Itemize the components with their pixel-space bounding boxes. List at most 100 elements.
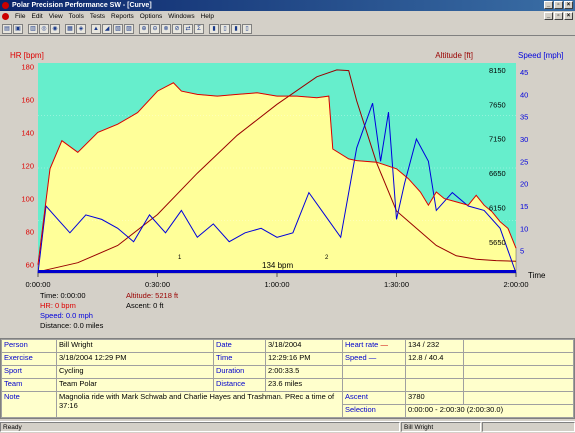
selection-label: Selection bbox=[342, 404, 406, 418]
cursor-altitude: Altitude: 5218 ft bbox=[126, 291, 179, 300]
empty-cell bbox=[463, 391, 574, 405]
note-label: Note bbox=[1, 391, 57, 418]
chart3-icon[interactable]: ▧ bbox=[113, 23, 123, 34]
doc-minimize-button[interactable]: _ bbox=[544, 12, 553, 20]
calendar-icon[interactable]: ▦ bbox=[65, 23, 75, 34]
exercise-label: Exercise bbox=[1, 352, 57, 366]
menu-tests[interactable]: Tests bbox=[87, 13, 108, 20]
restore-button[interactable]: ▫ bbox=[554, 1, 563, 9]
print-icon[interactable]: ▥ bbox=[28, 23, 38, 34]
cursor-hr: HR: 0 bpm bbox=[40, 301, 76, 310]
zoom-icon[interactable]: ⊕ bbox=[139, 23, 149, 34]
hr-tick-label: 80 bbox=[26, 228, 34, 237]
menu-file[interactable]: File bbox=[12, 13, 28, 20]
zoom4-icon[interactable]: ⊘ bbox=[172, 23, 182, 34]
status-bar: Ready Bill Wright bbox=[0, 421, 575, 432]
curve-chart[interactable]: 134 bpm 1 2 HR [bpm] Altitude [ft] Speed… bbox=[0, 37, 575, 333]
date-label: Date bbox=[213, 339, 266, 353]
preview-icon[interactable]: ◎ bbox=[39, 23, 49, 34]
team-value: Team Polar bbox=[56, 378, 214, 392]
chart-icon[interactable]: ▲ bbox=[91, 23, 101, 34]
distance-value: 23.6 miles bbox=[265, 378, 343, 392]
minimize-button[interactable]: _ bbox=[544, 1, 553, 9]
hr-ticks: 180 160 140 120 100 80 60 bbox=[21, 62, 34, 269]
hr-tick-label: 60 bbox=[26, 261, 34, 270]
bar2-icon[interactable]: ▯ bbox=[220, 23, 230, 34]
close-button[interactable]: × bbox=[564, 1, 573, 9]
compare-icon[interactable]: ⇄ bbox=[183, 23, 193, 34]
doc-restore-button[interactable]: ▫ bbox=[554, 12, 563, 20]
cursor-distance: Distance: 0.0 miles bbox=[40, 321, 104, 330]
speed-tick-label: 25 bbox=[520, 157, 528, 166]
speed-label-text: Speed bbox=[345, 353, 367, 363]
bar-icon[interactable]: ▮ bbox=[209, 23, 219, 34]
empty-cell bbox=[463, 352, 574, 366]
hr-tick-label: 100 bbox=[21, 195, 34, 204]
bar4-icon[interactable]: ▯ bbox=[242, 23, 252, 34]
time-label: Time bbox=[213, 352, 266, 366]
cursor-speed: Speed: 0.0 mph bbox=[40, 311, 93, 320]
menu-view[interactable]: View bbox=[46, 13, 66, 20]
speed-label: Speed — bbox=[342, 352, 406, 366]
speed-tick-label: 30 bbox=[520, 135, 528, 144]
empty-cell bbox=[405, 378, 464, 392]
person-value: Bill Wright bbox=[56, 339, 214, 353]
bar3-icon[interactable]: ▮ bbox=[231, 23, 241, 34]
status-empty bbox=[482, 422, 575, 432]
hr-label: Heart rate — bbox=[342, 339, 406, 353]
speed-tick-label: 40 bbox=[520, 90, 528, 99]
status-user: Bill Wright bbox=[401, 422, 481, 432]
ascent-value: 3780 bbox=[405, 391, 464, 405]
sport-label: Sport bbox=[1, 365, 57, 379]
hr-value: 134 / 232 bbox=[405, 339, 464, 353]
altitude-tick-label: 5650 bbox=[489, 238, 506, 247]
speed-ticks: 45 40 35 30 25 20 15 10 5 bbox=[520, 68, 528, 256]
menu-options[interactable]: Options bbox=[137, 13, 165, 20]
cursor-time: Time: 0:00:00 bbox=[40, 291, 86, 300]
empty-cell bbox=[463, 378, 574, 392]
chart4-icon[interactable]: ▨ bbox=[124, 23, 134, 34]
menu-edit[interactable]: Edit bbox=[28, 13, 45, 20]
zoom3-icon[interactable]: ⊗ bbox=[161, 23, 171, 34]
altitude-axis-title: Altitude [ft] bbox=[435, 51, 473, 60]
distance-label: Distance bbox=[213, 378, 266, 392]
speed-tick-label: 15 bbox=[520, 202, 528, 211]
sport-value: Cycling bbox=[56, 365, 214, 379]
hr-tick-label: 180 bbox=[21, 62, 34, 71]
time-ticks: 0:00:00 0:30:00 1:00:00 1:30:00 2:00:00 bbox=[25, 273, 529, 289]
hr-tick-label: 140 bbox=[21, 128, 34, 137]
doc-close-button[interactable]: × bbox=[564, 12, 573, 20]
save-icon[interactable]: ▣ bbox=[13, 23, 23, 34]
menu-windows[interactable]: Windows bbox=[165, 13, 197, 20]
chart2-icon[interactable]: ◢ bbox=[102, 23, 112, 34]
ascent-label: Ascent bbox=[342, 391, 406, 405]
open-icon[interactable]: ▤ bbox=[2, 23, 12, 34]
toolbar: ▤ ▣ ▥ ◎ ◉ ▦ ◈ ▲ ◢ ▧ ▨ ⊕ ⊖ ⊗ ⊘ ⇄ Σ ▮ ▯ ▮ … bbox=[0, 22, 575, 36]
time-axis-bar bbox=[38, 270, 516, 273]
sum-icon[interactable]: Σ bbox=[194, 23, 204, 34]
diary-icon[interactable]: ◈ bbox=[76, 23, 86, 34]
date-value: 3/18/2004 bbox=[265, 339, 343, 353]
altitude-tick-label: 6150 bbox=[489, 204, 506, 213]
empty-cell bbox=[463, 365, 574, 379]
duration-label: Duration bbox=[213, 365, 266, 379]
speed-tick-label: 35 bbox=[520, 113, 528, 122]
globe-icon[interactable]: ◉ bbox=[50, 23, 60, 34]
empty-cell bbox=[342, 365, 406, 379]
menu-tools[interactable]: Tools bbox=[66, 13, 87, 20]
hr-axis-title: HR [bpm] bbox=[10, 51, 44, 60]
altitude-tick-label: 7150 bbox=[489, 135, 506, 144]
menu-reports[interactable]: Reports bbox=[108, 13, 137, 20]
time-tick-label: 0:00:00 bbox=[25, 280, 50, 289]
time-axis-title: Time bbox=[528, 271, 546, 280]
document-icon[interactable] bbox=[2, 13, 9, 20]
cursor-readout: Time: 0:00:00 HR: 0 bpm Speed: 0.0 mph D… bbox=[40, 291, 179, 330]
hr-label-text: Heart rate bbox=[345, 340, 379, 350]
zoom2-icon[interactable]: ⊖ bbox=[150, 23, 160, 34]
menu-help[interactable]: Help bbox=[198, 13, 217, 20]
speed-legend-mark: — bbox=[368, 353, 377, 363]
person-label: Person bbox=[1, 339, 57, 353]
time-tick-label: 1:30:00 bbox=[384, 280, 409, 289]
note-value: Magnolia ride with Mark Schwab and Charl… bbox=[56, 391, 343, 418]
time-value: 12:29:16 PM bbox=[265, 352, 343, 366]
